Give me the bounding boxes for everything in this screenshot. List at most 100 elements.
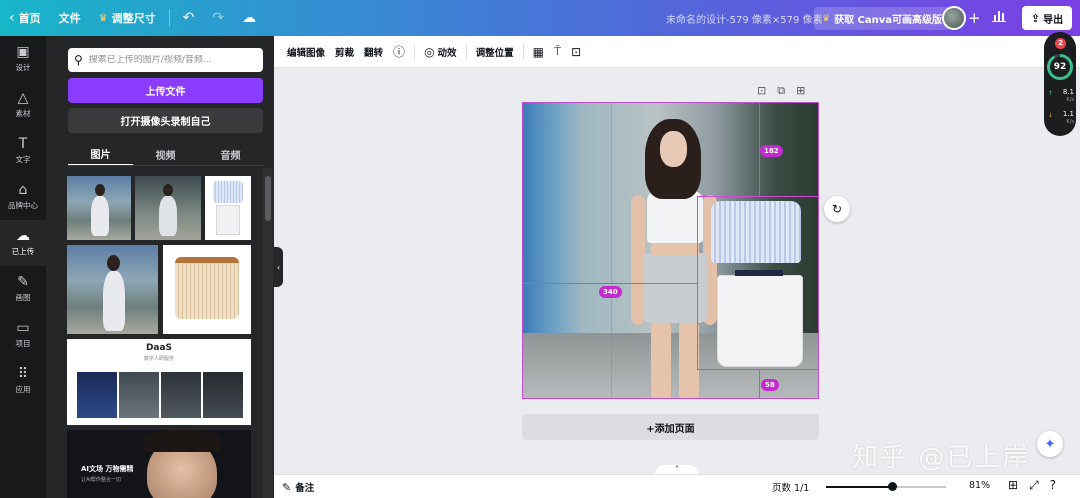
add-page-button[interactable]: +添加页面 xyxy=(522,414,819,440)
divider xyxy=(168,9,170,27)
avatar-tile xyxy=(161,372,201,418)
position-button[interactable]: 调整位置 xyxy=(471,36,519,68)
record-camera-button[interactable]: 打开摄像头录制自己 xyxy=(68,108,263,133)
animate-label: 动效 xyxy=(437,47,457,59)
rail-label: 品牌中心 xyxy=(8,201,38,210)
resize-button[interactable]: ♛ 调整尺寸 xyxy=(90,0,165,36)
figure xyxy=(107,255,120,271)
score-ring: 92 xyxy=(1047,54,1073,80)
position-label: 调整位置 xyxy=(475,47,514,59)
performance-widget[interactable]: 2 92 ↑ 8.1 K/s ↓ 1.1 K/s xyxy=(1044,32,1076,136)
page-count[interactable]: 页数 1/1 xyxy=(772,480,809,494)
hair-graphic xyxy=(143,430,221,452)
knit-top-graphic xyxy=(175,257,239,319)
redo-button[interactable]: ↷ xyxy=(203,0,233,36)
magic-assistant-button[interactable]: ✦ xyxy=(1037,431,1063,457)
rail-item-design[interactable]: ▣ 设计 xyxy=(0,36,46,82)
home-button[interactable]: ‹ 首页 xyxy=(0,0,50,36)
ai-card-sub: 让AI帮你整合一切 xyxy=(81,477,121,483)
rail-item-text[interactable]: T 文字 xyxy=(0,128,46,174)
avatar-tile xyxy=(203,372,243,418)
crop-button[interactable]: 剪裁 xyxy=(330,36,359,68)
tab-videos[interactable]: 视频 xyxy=(133,142,198,166)
daas-image-thumb[interactable]: DaaS 数字人即服务 xyxy=(67,339,251,425)
uploaded-image-thumb[interactable] xyxy=(205,176,251,240)
export-button[interactable]: ⇪ 导出 xyxy=(1022,6,1072,30)
undo-button[interactable]: ↶ xyxy=(174,0,204,36)
panel-scrollbar[interactable] xyxy=(263,168,273,498)
flip-label: 翻转 xyxy=(364,47,384,59)
zoom-slider-knob[interactable] xyxy=(888,482,897,491)
grid-view-icon[interactable]: ⊞ xyxy=(1008,478,1018,493)
rail-item-apps[interactable]: ⠿ 应用 xyxy=(0,358,46,404)
edit-image-button[interactable]: 编辑图像 xyxy=(282,36,330,68)
design-title[interactable]: 未命名的设计-579 像素×579 像素 xyxy=(666,11,823,26)
add-collaborator-icon[interactable]: + xyxy=(968,9,981,27)
add-page-icon[interactable]: ⊞ xyxy=(796,84,805,98)
scrollbar-thumb[interactable] xyxy=(265,176,271,221)
shirt-graphic xyxy=(213,181,243,203)
uploaded-image-thumb[interactable] xyxy=(135,176,201,240)
left-rail: ▣ 设计 △ 素材 T 文字 ⌂ 品牌中心 ☁ 已上传 ✎ 画图 ▭ 项目 ⠿ … xyxy=(0,36,46,498)
flip-button[interactable]: 翻转 xyxy=(359,36,388,68)
search-input[interactable] xyxy=(88,55,257,65)
file-menu-button[interactable]: 文件 xyxy=(50,0,90,36)
zoom-slider[interactable] xyxy=(826,482,946,491)
apps-icon: ⠿ xyxy=(17,366,29,382)
upload-rate: 8.1 K/s xyxy=(1050,88,1074,104)
undo-icon: ↶ xyxy=(182,10,195,26)
divider xyxy=(465,43,467,60)
stats-icon[interactable] xyxy=(992,8,1006,26)
cloud-save-button[interactable]: ☁ xyxy=(233,0,265,36)
rail-item-draw[interactable]: ✎ 画图 xyxy=(0,266,46,312)
notification-badge: 2 xyxy=(1055,38,1066,49)
zoom-slider-fill xyxy=(826,486,892,488)
design-page[interactable]: 182 340 58 xyxy=(522,102,819,399)
ai-image-thumb[interactable]: AI文场 万物需精 让AI帮你整合一切 xyxy=(67,430,251,498)
chevron-left-icon: ‹ xyxy=(9,10,15,26)
crown-icon: ♛ xyxy=(98,12,108,24)
model-figure xyxy=(651,243,699,255)
rail-item-elements[interactable]: △ 素材 xyxy=(0,82,46,128)
upload-file-button[interactable]: 上传文件 xyxy=(68,78,263,103)
download-rate-value: 1.1 xyxy=(1062,110,1074,118)
avatar-tile xyxy=(77,372,117,418)
rail-item-uploads[interactable]: ☁ 已上传 xyxy=(0,220,46,266)
copy-style-button[interactable]: ⍑ xyxy=(549,36,566,68)
notes-button[interactable]: ✎ 备注 xyxy=(282,480,314,495)
tab-images[interactable]: 图片 xyxy=(68,142,133,166)
uploaded-image-thumb[interactable] xyxy=(67,176,131,240)
zoom-level[interactable]: 81% xyxy=(969,480,990,491)
home-label: 首页 xyxy=(18,12,41,25)
lock-icon[interactable]: ⊡ xyxy=(757,84,766,98)
uploaded-image-thumb[interactable] xyxy=(67,245,158,334)
lock-button[interactable]: ⊡ xyxy=(566,36,586,68)
info-button[interactable]: ⓘ xyxy=(388,36,410,68)
upload-rate-value: 8.1 xyxy=(1062,88,1074,96)
animate-button[interactable]: ◎ 动效 xyxy=(419,36,462,68)
score-value: 92 xyxy=(1050,57,1070,77)
uploaded-image-thumb[interactable] xyxy=(163,245,251,334)
figure xyxy=(103,271,125,331)
avatar[interactable] xyxy=(942,6,966,30)
regenerate-button[interactable]: ↻ xyxy=(824,196,850,222)
model-figure xyxy=(651,321,671,398)
notes-icon: ✎ xyxy=(282,480,292,494)
duplicate-page-icon[interactable]: ⧉ xyxy=(777,84,785,98)
rail-item-projects[interactable]: ▭ 项目 xyxy=(0,312,46,358)
fullscreen-icon[interactable]: ⤢ xyxy=(1029,478,1039,493)
layout-icon: ▣ xyxy=(16,44,30,60)
help-icon[interactable]: ? xyxy=(1050,478,1056,493)
collapse-panel-button[interactable]: ‹ xyxy=(274,247,283,287)
search-box[interactable]: ⚲ xyxy=(68,48,263,72)
rail-item-brand[interactable]: ⌂ 品牌中心 xyxy=(0,174,46,220)
distance-label-top: 182 xyxy=(760,145,783,157)
view-controls: ⊞ ⤢ ? xyxy=(1008,478,1056,493)
upgrade-button[interactable]: ♛ 获取 Canva可画高级版 xyxy=(814,7,951,30)
rail-label: 已上传 xyxy=(11,247,35,256)
export-label: 导出 xyxy=(1043,14,1064,26)
paint-roller-icon: ⍑ xyxy=(553,44,562,58)
animate-icon: ◎ xyxy=(424,44,435,59)
transparency-button[interactable]: ▦ xyxy=(528,36,549,68)
tab-audio[interactable]: 音频 xyxy=(198,142,263,166)
